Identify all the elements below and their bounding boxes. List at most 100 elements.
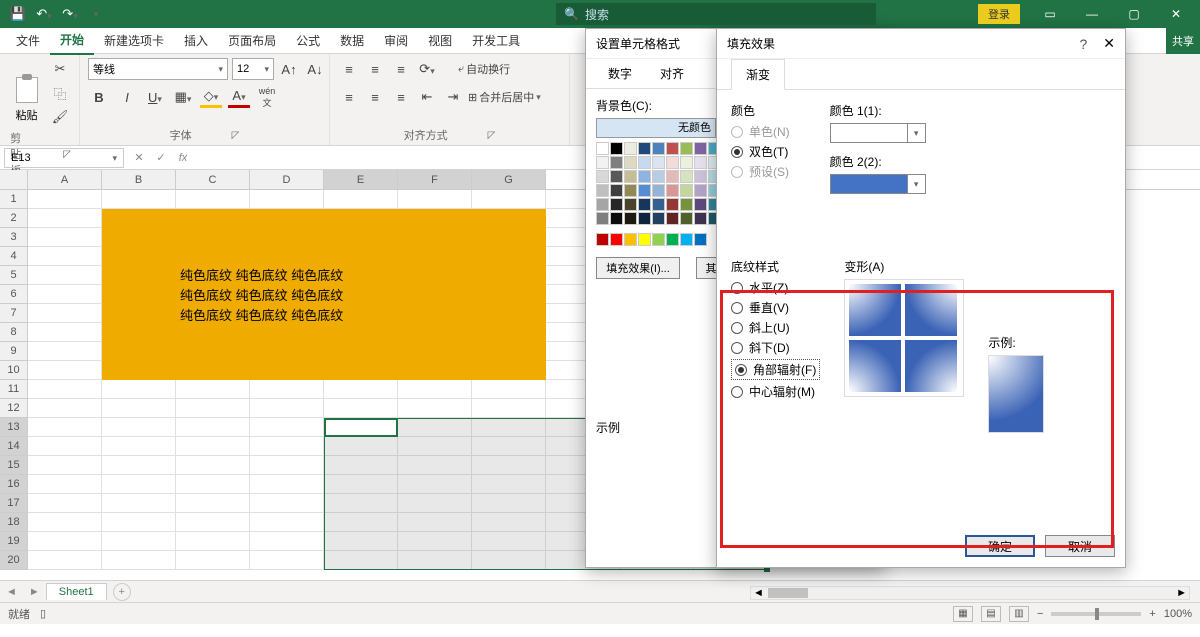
align-top-icon[interactable]: ≡ [338, 58, 360, 80]
cell[interactable] [250, 456, 324, 475]
cell[interactable] [28, 342, 102, 361]
zoom-out-icon[interactable]: − [1037, 608, 1043, 620]
cell[interactable] [324, 399, 398, 418]
color-swatch[interactable] [652, 156, 665, 169]
borders-icon[interactable]: ▦ [172, 86, 194, 108]
color-swatch[interactable] [596, 198, 609, 211]
radio-from-center[interactable]: 中心辐射(M) [731, 383, 820, 400]
cell[interactable] [176, 456, 250, 475]
cell[interactable] [28, 437, 102, 456]
cell[interactable] [176, 418, 250, 437]
radio-vertical[interactable]: 垂直(V) [731, 299, 820, 316]
color-swatch[interactable] [610, 198, 623, 211]
radio-horizontal[interactable]: 水平(Z) [731, 279, 820, 296]
color-swatch[interactable] [694, 184, 707, 197]
copy-icon[interactable]: ⿻ [49, 82, 71, 104]
cell[interactable] [28, 513, 102, 532]
no-color-button[interactable]: 无颜色 [596, 118, 716, 138]
cell[interactable] [28, 266, 102, 285]
cell[interactable] [28, 456, 102, 475]
cell[interactable] [176, 190, 250, 209]
col-header[interactable]: F [398, 170, 472, 189]
cell[interactable] [102, 380, 176, 399]
cell[interactable] [28, 304, 102, 323]
phonetic-icon[interactable]: wén文 [256, 86, 278, 108]
color-swatch[interactable] [694, 156, 707, 169]
cell[interactable] [28, 380, 102, 399]
color-swatch[interactable] [694, 142, 707, 155]
color-swatch[interactable] [596, 142, 609, 155]
qat-more-icon[interactable] [84, 3, 108, 25]
tab-insert[interactable]: 插入 [174, 27, 218, 54]
cell[interactable] [28, 494, 102, 513]
align-left-icon[interactable]: ≡ [338, 86, 360, 108]
search-box[interactable]: 🔍 搜索 [556, 3, 876, 25]
ribbon-options-icon[interactable]: ▭ [1030, 0, 1070, 28]
row-header[interactable]: 10 [0, 361, 28, 380]
radio-diag-down[interactable]: 斜下(D) [731, 339, 820, 356]
col-header[interactable]: B [102, 170, 176, 189]
color-swatch[interactable] [666, 233, 679, 246]
sheet-nav-prev-icon[interactable]: ◄ [0, 586, 23, 598]
color-swatch[interactable] [610, 233, 623, 246]
cell[interactable] [28, 285, 102, 304]
cell[interactable] [398, 380, 472, 399]
view-normal-icon[interactable]: ▦ [953, 606, 973, 622]
cell[interactable] [102, 399, 176, 418]
color-swatch[interactable] [666, 184, 679, 197]
view-layout-icon[interactable]: ▤ [981, 606, 1001, 622]
cancel-button[interactable]: 取消 [1045, 535, 1115, 557]
color-swatch[interactable] [694, 233, 707, 246]
color-swatch[interactable] [694, 170, 707, 183]
indent-right-icon[interactable]: ⇥ [442, 86, 464, 108]
row-header[interactable]: 12 [0, 399, 28, 418]
tab-review[interactable]: 审阅 [374, 27, 418, 54]
color-swatch[interactable] [596, 212, 609, 225]
cell[interactable] [250, 551, 324, 570]
tab-view[interactable]: 视图 [418, 27, 462, 54]
decrease-font-icon[interactable]: A↓ [304, 58, 326, 80]
cell[interactable] [176, 475, 250, 494]
underline-icon[interactable]: U [144, 86, 166, 108]
cell[interactable] [176, 513, 250, 532]
row-header[interactable]: 13 [0, 418, 28, 437]
col-header[interactable]: E [324, 170, 398, 189]
increase-font-icon[interactable]: A↑ [278, 58, 300, 80]
sheet-tab[interactable]: Sheet1 [46, 583, 107, 600]
row-header[interactable]: 7 [0, 304, 28, 323]
cell[interactable] [176, 437, 250, 456]
cell[interactable] [250, 437, 324, 456]
color-swatch[interactable] [652, 233, 665, 246]
save-icon[interactable]: 💾 [6, 3, 30, 25]
variant-option[interactable] [905, 284, 957, 336]
radio-diag-up[interactable]: 斜上(U) [731, 319, 820, 336]
cell[interactable] [250, 399, 324, 418]
row-header[interactable]: 16 [0, 475, 28, 494]
cell[interactable] [28, 361, 102, 380]
font-launcher-icon[interactable]: ◸ [232, 130, 240, 141]
color-swatch[interactable] [638, 156, 651, 169]
redo-icon[interactable]: ↷ [58, 3, 82, 25]
row-header[interactable]: 3 [0, 228, 28, 247]
bold-icon[interactable]: B [88, 86, 110, 108]
cell[interactable] [472, 190, 546, 209]
cell[interactable] [28, 475, 102, 494]
color-swatch[interactable] [666, 156, 679, 169]
color-swatch[interactable] [610, 156, 623, 169]
cell[interactable] [28, 551, 102, 570]
color-swatch[interactable] [610, 212, 623, 225]
cell[interactable] [102, 475, 176, 494]
cell[interactable] [250, 380, 324, 399]
orientation-icon[interactable]: ⟳ [416, 58, 438, 80]
color-swatch[interactable] [624, 184, 637, 197]
cell[interactable] [28, 228, 102, 247]
cell[interactable] [324, 190, 398, 209]
color-swatch[interactable] [624, 233, 637, 246]
color-swatch[interactable] [666, 212, 679, 225]
close-icon[interactable]: ✕ [1103, 35, 1115, 52]
cell[interactable] [28, 209, 102, 228]
italic-icon[interactable]: I [116, 86, 138, 108]
color-swatch[interactable] [596, 233, 609, 246]
cell[interactable] [176, 551, 250, 570]
cell[interactable] [102, 513, 176, 532]
